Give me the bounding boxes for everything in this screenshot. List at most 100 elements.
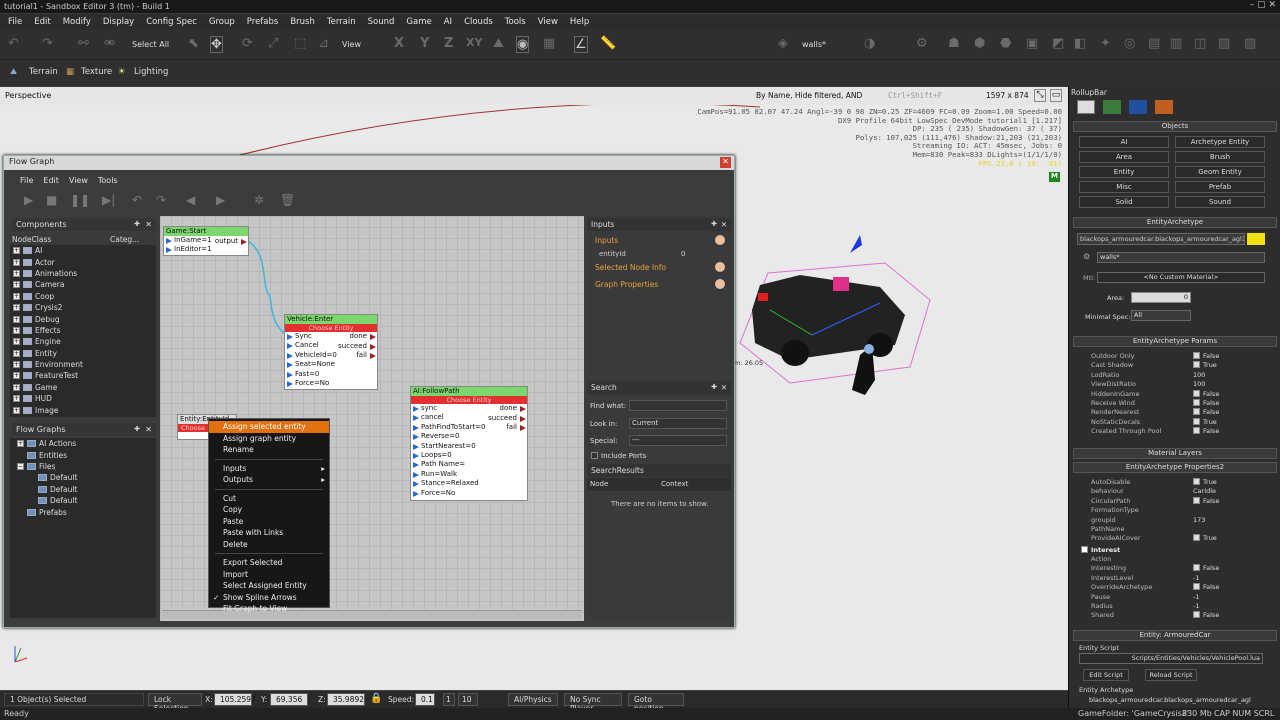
tree-item-ai-actions[interactable]: + AI Actions [10, 438, 156, 449]
fg-menu-file[interactable]: File [20, 176, 33, 185]
property-row[interactable]: Action [1077, 555, 1277, 564]
fg-redo-icon[interactable]: ↷ [156, 193, 166, 207]
node-input-port[interactable]: Stance=Relaxed [411, 479, 527, 488]
layers-icon[interactable]: ◈ [778, 36, 788, 51]
move-icon[interactable]: ✥ [210, 36, 223, 53]
property-value[interactable]: True [1193, 534, 1217, 542]
perspective-viewport[interactable]: m: 26.05 CamPos=91.05 82.07 47.24 Angl=-… [0, 105, 1068, 690]
checkbox-icon[interactable] [1193, 361, 1200, 369]
fg-menu-view[interactable]: View [69, 176, 88, 185]
node-output-port[interactable]: succeed [338, 342, 376, 350]
property-value[interactable]: True [1193, 417, 1217, 426]
tree-item-files[interactable]: − Files [10, 461, 156, 472]
minspec-dropdown[interactable]: All [1131, 310, 1191, 321]
node-input-port[interactable]: InEditor=1 [164, 245, 248, 254]
node-input-port[interactable]: Force=No [411, 489, 527, 498]
color-swatch[interactable] [1247, 233, 1265, 245]
checkbox-icon[interactable] [1193, 496, 1200, 504]
close-icon[interactable]: ✕ [721, 220, 727, 229]
redo-icon[interactable]: ↷ [42, 36, 53, 51]
checkbox-icon[interactable] [1193, 427, 1200, 435]
flow-graph-titlebar[interactable]: Flow Graph ✕ [4, 156, 734, 170]
property-value[interactable]: False [1193, 352, 1219, 360]
property-value[interactable]: False [1193, 408, 1219, 416]
menu-file[interactable]: File [2, 17, 28, 27]
context-menu-item[interactable]: Outputs ▸ [209, 474, 329, 486]
objects-tab-icon[interactable] [1077, 100, 1095, 114]
node-input-port[interactable]: Fast=0 [285, 370, 377, 379]
property-value[interactable]: -1 [1193, 602, 1199, 610]
node-input-port[interactable]: Loops=0 [411, 451, 527, 460]
archetype-properties2-section[interactable]: EntityArchetype Properties2 [1073, 462, 1277, 473]
property-row[interactable]: ViewDistRatio 100 [1077, 380, 1277, 389]
component-item[interactable]: + Environment [10, 359, 156, 370]
menu-brush[interactable]: Brush [284, 17, 321, 27]
component-item[interactable]: + HUD [10, 393, 156, 404]
component-item[interactable]: + Crysis2 [10, 302, 156, 313]
editor-tool-7-icon[interactable]: ◎ [1124, 36, 1135, 51]
component-item[interactable]: + Image [10, 404, 156, 415]
window-controls[interactable]: – ▢ ✕ [1250, 0, 1276, 10]
speed-input[interactable]: 0.1 [415, 693, 435, 706]
find-input[interactable] [629, 400, 727, 411]
select-icon[interactable]: ⬉ [188, 36, 199, 51]
node-output-port[interactable]: output [215, 237, 248, 245]
collapse-icon[interactable] [715, 279, 725, 289]
terrain-snap-icon[interactable]: ⛰ [493, 36, 504, 51]
editor-tool-8-icon[interactable]: ▤ [1148, 36, 1160, 51]
editor-tool-10-icon[interactable]: ◫ [1194, 36, 1206, 51]
forward-icon[interactable]: ▶ [216, 193, 225, 207]
checkbox-icon[interactable] [1193, 478, 1200, 485]
object-type-button[interactable]: Misc [1079, 181, 1169, 193]
stop-icon[interactable]: ■ [46, 193, 57, 207]
property-row[interactable]: OverrideArchetype False [1077, 583, 1277, 592]
editor-tool-3-icon[interactable]: ▣ [1026, 36, 1038, 51]
property-value[interactable]: CarIdle [1193, 487, 1216, 495]
close-icon[interactable]: ✕ [720, 157, 731, 168]
viewport-search-input[interactable]: Ctrl+Shift+F [888, 91, 942, 100]
lock-icon[interactable]: 🔒 [370, 693, 382, 704]
checkbox-icon[interactable] [1193, 399, 1200, 406]
context-menu-item[interactable]: Inputs ▸ [209, 463, 329, 475]
axis-y-button[interactable]: Y [420, 36, 429, 51]
viewport-title[interactable]: Perspective [5, 91, 51, 100]
back-icon[interactable]: ◀ [186, 193, 195, 207]
context-menu-item[interactable]: Import [209, 569, 329, 581]
menu-ai[interactable]: AI [438, 17, 458, 27]
edit-script-button[interactable]: Edit Script [1083, 669, 1129, 681]
context-menu-item[interactable]: Copy [209, 504, 329, 516]
property-value[interactable]: -1 [1193, 574, 1199, 582]
texture-button[interactable]: Texture [81, 67, 112, 77]
script-path-field[interactable]: Scripts/Entities/Vehicles/VehiclePool.lu… [1079, 653, 1263, 664]
choose-entity-port[interactable]: Choose Entity [411, 396, 527, 404]
menu-group[interactable]: Group [203, 17, 241, 27]
axis-xy-button[interactable]: XY [466, 36, 482, 49]
tree-item-entities[interactable]: Entities [10, 449, 156, 460]
context-menu-item[interactable]: Paste [209, 516, 329, 528]
property-row[interactable]: Receive Wind False [1077, 399, 1277, 408]
terrain-tab-icon[interactable] [1103, 100, 1121, 114]
pause-icon[interactable]: ❚❚ [70, 193, 90, 207]
property-value[interactable]: False [1193, 496, 1219, 505]
goto-position-button[interactable]: Goto position [628, 693, 684, 713]
component-item[interactable]: + Entity [10, 348, 156, 359]
special-dropdown[interactable]: --- [629, 435, 727, 446]
axis-z-button[interactable]: Z [444, 36, 453, 51]
property-row[interactable]: Cast Shadow True [1077, 361, 1277, 370]
component-item[interactable]: + Debug [10, 313, 156, 324]
property-row[interactable]: HiddenInGame False [1077, 389, 1277, 399]
entityid-value[interactable]: 0 [681, 250, 685, 258]
menu-terrain[interactable]: Terrain [321, 17, 362, 27]
lookin-dropdown[interactable]: Current [629, 418, 727, 429]
entity-archetype-section[interactable]: EntityArchetype [1073, 217, 1277, 228]
property-value[interactable]: False [1193, 389, 1219, 398]
context-menu-item[interactable]: Assign graph entity [209, 433, 329, 445]
property-row[interactable]: Radius -1 [1077, 602, 1277, 611]
context-menu-item[interactable]: Paste with Links [209, 527, 329, 539]
component-item[interactable]: + Actor [10, 256, 156, 267]
property-value[interactable]: False [1193, 564, 1219, 572]
checkbox-icon[interactable] [1193, 534, 1200, 542]
property-value[interactable]: True [1193, 478, 1217, 486]
include-ports-checkbox[interactable]: Include Ports [591, 452, 646, 460]
node-output-port[interactable]: done [500, 404, 527, 412]
